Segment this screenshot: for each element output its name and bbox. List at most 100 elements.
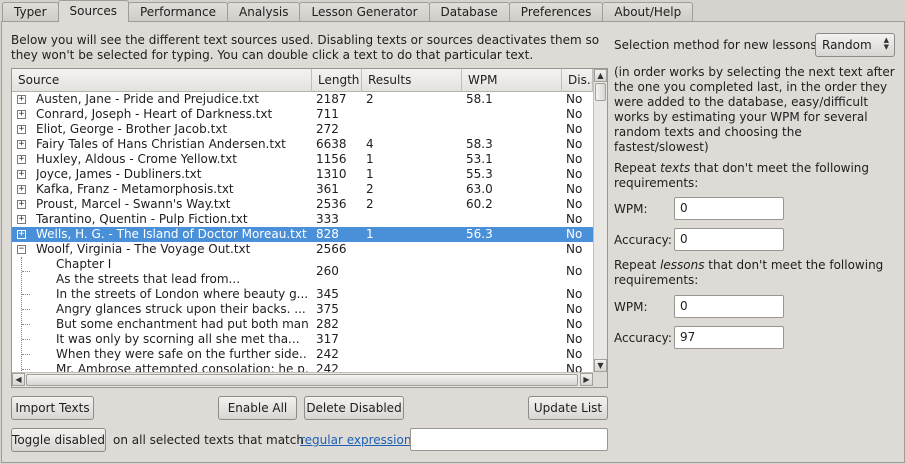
- sources-tree[interactable]: Source Length Results WPM Dis... + Austen…: [11, 68, 608, 388]
- source-length: 272: [316, 122, 339, 136]
- tree-row[interactable]: − Woolf, Virginia - The Voyage Out.txt 256…: [12, 242, 593, 257]
- scroll-up-icon[interactable]: ▲: [594, 69, 607, 82]
- text-disabled: No: [566, 317, 583, 331]
- regular-expression-link[interactable]: regular expression: [300, 433, 411, 447]
- tree-row[interactable]: + Wells, H. G. - The Island of Doctor Mor…: [12, 227, 593, 242]
- text-line: It was only by scorning all she met tha.…: [56, 332, 300, 346]
- tree-branch-line: [22, 354, 30, 355]
- scroll-down-icon[interactable]: ▼: [594, 359, 607, 372]
- scroll-left-icon[interactable]: ◀: [12, 373, 25, 386]
- texts-wpm-label: WPM:: [614, 202, 648, 216]
- texts-accuracy-label: Accuracy:: [614, 233, 672, 247]
- toggle-disabled-button[interactable]: Toggle disabled: [11, 428, 106, 452]
- tree-child-row[interactable]: When they were safe on the further side.…: [12, 347, 593, 362]
- tree-row[interactable]: + Conrard, Joseph - Heart of Darkness.txt…: [12, 107, 593, 122]
- selection-help-text: (in order works by selecting the next te…: [614, 65, 895, 154]
- tree-child-row[interactable]: But some enchantment had put both man...…: [12, 317, 593, 332]
- tree-child-row[interactable]: Angry glances struck upon their backs. .…: [12, 302, 593, 317]
- text-line: When they were safe on the further side.…: [56, 347, 308, 361]
- delete-disabled-button[interactable]: Delete Disabled: [304, 396, 404, 420]
- tab-lesson-generator[interactable]: Lesson Generator: [299, 2, 430, 22]
- horizontal-scroll-thumb[interactable]: [26, 374, 578, 386]
- source-length: 1156: [316, 152, 347, 166]
- tab-sources[interactable]: Sources: [57, 0, 129, 22]
- horizontal-scrollbar[interactable]: ◀ ▶: [12, 372, 593, 387]
- source-name: Conrard, Joseph - Heart of Darkness.txt: [36, 107, 273, 121]
- tab-preferences[interactable]: Preferences: [508, 2, 604, 22]
- expand-icon[interactable]: +: [17, 170, 26, 179]
- lessons-accuracy-label: Accuracy:: [614, 331, 672, 345]
- text-disabled: No: [566, 264, 583, 278]
- text-disabled: No: [566, 347, 583, 361]
- tree-row[interactable]: + Tarantino, Quentin - Pulp Fiction.txt 33…: [12, 212, 593, 227]
- tab-database[interactable]: Database: [428, 2, 510, 22]
- text-disabled: No: [566, 302, 583, 316]
- source-length: 1310: [316, 167, 347, 181]
- lessons-wpm-label: WPM:: [614, 300, 648, 314]
- toggle-description: on all selected texts that match: [113, 433, 304, 447]
- source-length: 6638: [316, 137, 347, 151]
- expand-icon[interactable]: +: [17, 95, 26, 104]
- tab-about-help[interactable]: About/Help: [602, 2, 694, 22]
- expand-icon[interactable]: +: [17, 125, 26, 134]
- source-name: Proust, Marcel - Swann's Way.txt: [36, 197, 231, 211]
- collapse-icon[interactable]: −: [17, 245, 26, 254]
- lessons-wpm-input[interactable]: 0: [674, 295, 784, 318]
- texts-accuracy-input[interactable]: 0: [674, 228, 784, 251]
- tree-child-row[interactable]: In the streets of London where beauty g.…: [12, 287, 593, 302]
- source-length: 2566: [316, 242, 347, 256]
- source-disabled: No: [566, 197, 583, 211]
- column-results[interactable]: Results: [362, 69, 462, 92]
- column-disabled[interactable]: Dis...: [562, 69, 593, 92]
- vertical-scrollbar[interactable]: ▲ ▼: [593, 69, 607, 372]
- tab-analysis[interactable]: Analysis: [227, 2, 301, 22]
- enable-all-button[interactable]: Enable All: [218, 396, 297, 420]
- expand-icon[interactable]: +: [17, 110, 26, 119]
- vertical-scroll-thumb[interactable]: [595, 83, 606, 101]
- source-disabled: No: [566, 242, 583, 256]
- expand-icon[interactable]: +: [17, 155, 26, 164]
- tree-row[interactable]: + Fairy Tales of Hans Christian Andersen.…: [12, 137, 593, 152]
- text-name: In the streets of London where beauty g.…: [56, 287, 308, 302]
- tab-performance[interactable]: Performance: [127, 2, 229, 22]
- text-disabled: No: [566, 287, 583, 301]
- tree-row[interactable]: + Proust, Marcel - Swann's Way.txt 2536 2 60…: [12, 197, 593, 212]
- text-length: 375: [316, 302, 339, 316]
- source-results: 1: [366, 152, 374, 166]
- source-wpm: 56.3: [466, 227, 493, 241]
- column-length[interactable]: Length: [312, 69, 362, 92]
- tree-row[interactable]: + Huxley, Aldous - Crome Yellow.txt 1156 1 5…: [12, 152, 593, 167]
- expand-icon[interactable]: +: [17, 215, 26, 224]
- text-line: In the streets of London where beauty g.…: [56, 287, 308, 301]
- selection-method-select[interactable]: Random ▲ ▼: [815, 33, 895, 57]
- tree-branch-line: [22, 324, 30, 325]
- import-texts-button[interactable]: Import Texts: [11, 396, 94, 420]
- intro-text: Below you will see the different text so…: [11, 33, 600, 62]
- update-list-button[interactable]: Update List: [528, 396, 608, 420]
- column-wpm[interactable]: WPM: [462, 69, 562, 92]
- tree-row[interactable]: + Kafka, Franz - Metamorphosis.txt 361 2 63.…: [12, 182, 593, 197]
- tree-child-row[interactable]: It was only by scorning all she met tha.…: [12, 332, 593, 347]
- expand-icon[interactable]: +: [17, 230, 26, 239]
- text-length: 317: [316, 332, 339, 346]
- source-name: Huxley, Aldous - Crome Yellow.txt: [36, 152, 237, 166]
- tree-row[interactable]: + Joyce, James - Dubliners.txt 1310 1 55.3 No: [12, 167, 593, 182]
- expand-icon[interactable]: +: [17, 200, 26, 209]
- lessons-accuracy-input[interactable]: 97: [674, 326, 784, 349]
- tab-typer[interactable]: Typer: [2, 2, 59, 22]
- source-length: 828: [316, 227, 339, 241]
- regex-input[interactable]: [410, 428, 608, 451]
- tree-row[interactable]: + Eliot, George - Brother Jacob.txt 272 No: [12, 122, 593, 137]
- tree-branch-line: [22, 369, 30, 370]
- source-disabled: No: [566, 212, 583, 226]
- source-name: Woolf, Virginia - The Voyage Out.txt: [36, 242, 251, 256]
- tree-child-row[interactable]: Chapter I As the streets that lead from..…: [12, 257, 593, 287]
- source-wpm: 55.3: [466, 167, 493, 181]
- expand-icon[interactable]: +: [17, 140, 26, 149]
- column-source[interactable]: Source: [12, 69, 312, 92]
- texts-wpm-input[interactable]: 0: [674, 197, 784, 220]
- expand-icon[interactable]: +: [17, 185, 26, 194]
- tree-row[interactable]: + Austen, Jane - Pride and Prejudice.txt 2…: [12, 92, 593, 107]
- source-wpm: 58.3: [466, 137, 493, 151]
- scroll-right-icon[interactable]: ▶: [580, 373, 593, 386]
